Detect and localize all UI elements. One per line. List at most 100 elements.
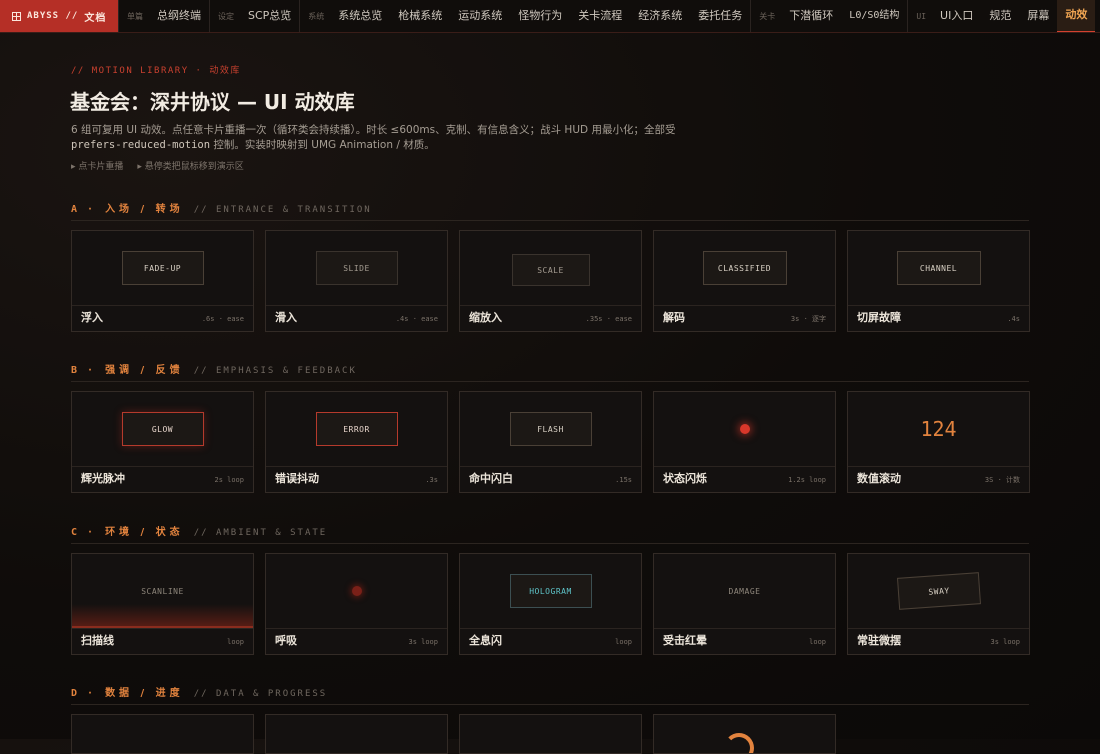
- section-c-grid: SCANLINE 扫描线 loop 呼吸 3s loop HOLOGRAM 全息闪 l…: [71, 553, 1030, 655]
- usage-hints: 点卡片重播 悬停类把鼠标移到演示区: [71, 159, 243, 172]
- motion-card-hit-flash[interactable]: FLASH 命中闪白 .15s: [459, 391, 642, 493]
- motion-card-glow-pulse[interactable]: GLOW 辉光脉冲 2s loop: [71, 391, 254, 493]
- demo-stage[interactable]: SCALE: [460, 231, 641, 306]
- section-title: 数据 / 进度: [105, 688, 184, 699]
- desc-text-2: 控制。实装时映射到 UMG Animation / 材质。: [210, 139, 435, 151]
- section-letter: D ·: [71, 688, 96, 699]
- demo-stage[interactable]: GLOW: [72, 392, 253, 467]
- demo-stage[interactable]: [266, 554, 447, 629]
- nav-group-ui: UI UI入口 规范 屏幕 动效: [907, 0, 1096, 32]
- card-name: 解码: [663, 311, 685, 324]
- section-d-header: D · 数据 / 进度 // DATA & PROGRESS: [71, 684, 1029, 705]
- motion-card-status-blink[interactable]: 状态闪烁 1.2s loop: [653, 391, 836, 493]
- motion-card-damage-vignette[interactable]: DAMAGE 受击红晕 loop: [653, 553, 836, 655]
- card-meta: 1.2s loop: [788, 476, 826, 484]
- section-a-grid: FADE-UP 浮入 .6s · ease SLIDE 滑入 .4s · ease …: [71, 230, 1030, 332]
- nav-group-label: 设定: [218, 11, 234, 21]
- demo-stage[interactable]: HOLOGRAM: [460, 554, 641, 629]
- card-name: 状态闪烁: [663, 472, 707, 485]
- motion-card-decode[interactable]: CLASSIFIED 解码 3s · 逐字: [653, 230, 836, 332]
- demo-stage[interactable]: SWAY: [848, 554, 1029, 629]
- nav-item-guidelines[interactable]: 规范: [981, 0, 1019, 32]
- card-meta: .3s: [425, 476, 438, 484]
- card-meta: .6s · ease: [201, 315, 244, 323]
- demo-label: DAMAGE: [728, 586, 761, 596]
- card-name: 错误抖动: [275, 472, 319, 485]
- demo-stage[interactable]: FADE-UP: [72, 231, 253, 306]
- motion-card-hologram[interactable]: HOLOGRAM 全息闪 loop: [459, 553, 642, 655]
- section-letter: C ·: [71, 527, 96, 538]
- demo-stage[interactable]: [654, 392, 835, 467]
- demo-stage[interactable]: ERROR: [266, 392, 447, 467]
- demo-box: SLIDE: [315, 251, 398, 285]
- progress-ring-icon: [724, 733, 754, 753]
- scanline-band: [72, 604, 253, 628]
- nav-item-scp-overview[interactable]: SCP总览: [240, 0, 299, 32]
- section-b-grid: GLOW 辉光脉冲 2s loop ERROR 错误抖动 .3s FLASH 命中闪…: [71, 391, 1030, 493]
- demo-box: FLASH: [509, 412, 592, 446]
- demo-stage[interactable]: CHANNEL: [848, 231, 1029, 306]
- nav-item-dive-loop[interactable]: 下潜循环: [781, 0, 841, 32]
- demo-box: FADE-UP: [121, 251, 204, 285]
- motion-card-data-2[interactable]: [265, 714, 448, 754]
- motion-card-channel-glitch[interactable]: CHANNEL 切屏故障 .4s: [847, 230, 1030, 332]
- demo-stage[interactable]: DAMAGE: [654, 554, 835, 629]
- motion-card-scanline[interactable]: SCANLINE 扫描线 loop: [71, 553, 254, 655]
- section-subtitle: // EMPHASIS & FEEDBACK: [193, 366, 357, 376]
- desc-code: prefers-reduced-motion: [71, 139, 211, 151]
- demo-stage[interactable]: FLASH: [460, 392, 641, 467]
- brand-zh: 文档: [84, 12, 107, 24]
- section-subtitle: // AMBIENT & STATE: [193, 528, 328, 538]
- motion-card-slide[interactable]: SLIDE 滑入 .4s · ease: [265, 230, 448, 332]
- demo-stage[interactable]: SLIDE: [266, 231, 447, 306]
- card-meta: loop: [809, 638, 826, 646]
- card-meta: loop: [227, 638, 244, 646]
- brand-logo[interactable]: ABYSS // 文档: [0, 0, 118, 32]
- section-title: 入场 / 转场: [105, 204, 184, 215]
- section-title: 环境 / 状态: [105, 527, 184, 538]
- nav-item-weapons[interactable]: 枪械系统: [390, 0, 450, 32]
- card-meta: loop: [615, 638, 632, 646]
- nav-item-economy[interactable]: 经济系统: [630, 0, 690, 32]
- motion-card-data-1[interactable]: [71, 714, 254, 754]
- motion-card-number-roll[interactable]: 124 数值滚动 3S · 计数: [847, 391, 1030, 493]
- card-name: 扫描线: [81, 634, 114, 647]
- card-meta: .4s · ease: [395, 315, 438, 323]
- demo-stage[interactable]: CLASSIFIED: [654, 231, 835, 306]
- motion-card-breathe[interactable]: 呼吸 3s loop: [265, 553, 448, 655]
- nav-item-movement[interactable]: 运动系统: [450, 0, 510, 32]
- nav-item-l0-s0[interactable]: L0/S0结构: [841, 0, 907, 32]
- card-name: 辉光脉冲: [81, 472, 125, 485]
- nav-group-lore: 设定 SCP总览: [209, 0, 299, 32]
- nav-item-contracts[interactable]: 委托任务: [690, 0, 750, 32]
- motion-card-error-shake[interactable]: ERROR 错误抖动 .3s: [265, 391, 448, 493]
- demo-stage[interactable]: 124: [848, 392, 1029, 467]
- nav-item-overview-terminal[interactable]: 总纲终端: [149, 0, 209, 32]
- card-name: 滑入: [275, 311, 297, 324]
- section-d-grid: [71, 714, 836, 754]
- card-meta: .4s: [1007, 315, 1020, 323]
- card-name: 浮入: [81, 311, 103, 324]
- nav-item-screens[interactable]: 屏幕: [1019, 0, 1057, 32]
- section-c-header: C · 环境 / 状态 // AMBIENT & STATE: [71, 523, 1029, 544]
- motion-card-fade-up[interactable]: FADE-UP 浮入 .6s · ease: [71, 230, 254, 332]
- demo-stage[interactable]: SCANLINE: [72, 554, 253, 629]
- motion-card-data-3[interactable]: [459, 714, 642, 754]
- nav-item-monster-ai[interactable]: 怪物行为: [510, 0, 570, 32]
- card-meta: .35s · ease: [585, 315, 632, 323]
- nav-item-motion-active[interactable]: 动效: [1057, 0, 1096, 32]
- nav-group-levels: 关卡 下潜循环 L0/S0结构: [750, 0, 907, 32]
- motion-card-data-4[interactable]: [653, 714, 836, 754]
- motion-card-sway[interactable]: SWAY 常驻微摆 3s loop: [847, 553, 1030, 655]
- card-name: 命中闪白: [469, 472, 513, 485]
- demo-label: SCANLINE: [141, 586, 184, 596]
- motion-card-scale[interactable]: SCALE 缩放入 .35s · ease: [459, 230, 642, 332]
- breathing-dot-icon: [351, 586, 362, 596]
- nav-item-level-flow[interactable]: 关卡流程: [570, 0, 630, 32]
- nav-item-ui-entry[interactable]: UI入口: [932, 0, 981, 32]
- card-meta: .15s: [615, 476, 632, 484]
- nav-item-systems-overview[interactable]: 系统总览: [330, 0, 390, 32]
- section-letter: A ·: [71, 204, 96, 215]
- card-name: 全息闪: [469, 634, 502, 647]
- card-name: 常驻微摆: [857, 634, 901, 647]
